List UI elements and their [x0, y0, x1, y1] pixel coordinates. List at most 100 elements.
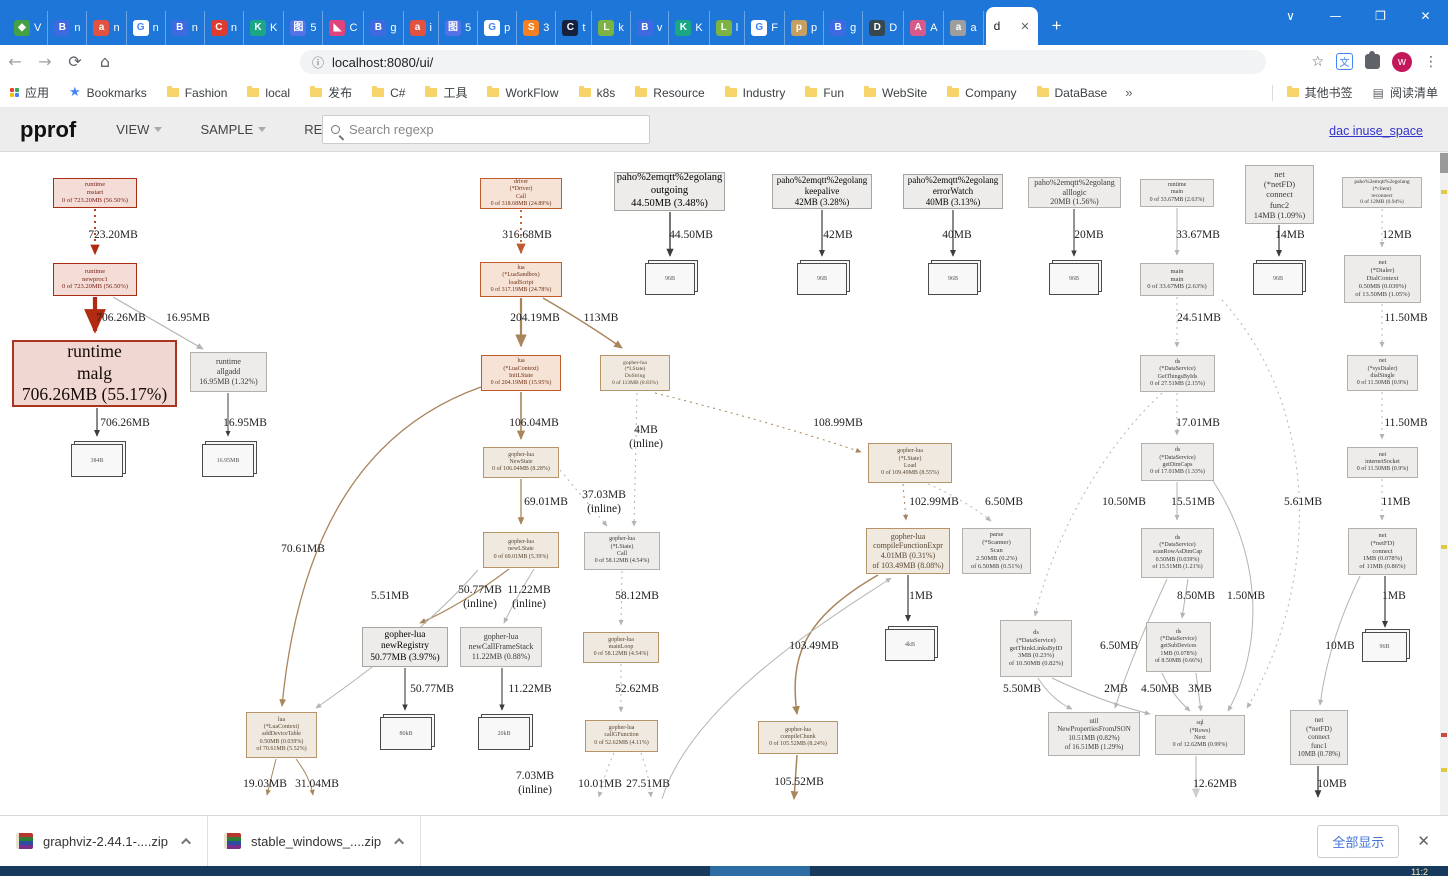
profile-link[interactable]: dac inuse_space — [1329, 124, 1423, 138]
chevron-up-icon[interactable] — [181, 837, 191, 847]
graph-node-lua-loadscript[interactable]: lua(*LuaSandbox)loadScript0 of 317.19MB … — [480, 262, 562, 297]
browser-tab[interactable]: Bv — [631, 11, 670, 45]
graph-leaf-box[interactable]: 96B — [928, 263, 978, 295]
bookmark-item[interactable]: k8s — [569, 86, 626, 100]
translate-icon[interactable]: 文 — [1336, 53, 1353, 70]
forward-button[interactable]: → — [30, 52, 60, 71]
graph-node-gopherlua-newstate[interactable]: gopher-luaNewState0 of 106.04MB (8.28%) — [483, 447, 559, 478]
graph-leaf-box[interactable]: 96B — [1253, 263, 1303, 295]
graph-node-gopherlua-newcallframestack[interactable]: gopher-luanewCallFrameStack11.22MB (0.88… — [460, 627, 542, 667]
profile-avatar[interactable]: w — [1392, 52, 1412, 72]
bookmark-item[interactable]: Industry — [715, 86, 796, 100]
browser-tab[interactable]: pp — [785, 11, 824, 45]
browser-tab[interactable]: aa — [944, 11, 983, 45]
browser-tab[interactable]: 图5 — [284, 11, 323, 45]
graph-node-sql-rows-next[interactable]: sql(*Rows)Next0 of 12.62MB (0.99%) — [1155, 715, 1245, 755]
back-button[interactable]: ← — [0, 52, 30, 71]
browser-tab[interactable]: GF — [745, 11, 785, 45]
graph-node-ds-scanrowasdimcap[interactable]: ds(*DataService)scanRowAsDimCap0.50MB (0… — [1141, 528, 1214, 578]
graph-node-gopherlua-dostring[interactable]: gopher-lua(*LState)DoString0 of 113MB (8… — [600, 355, 670, 391]
browser-tab[interactable]: Cn — [205, 11, 244, 45]
browser-tab[interactable]: Bg — [364, 11, 403, 45]
site-info-icon[interactable]: ⓘ — [312, 54, 324, 71]
browser-tab[interactable]: Bn — [166, 11, 205, 45]
graph-leaf-box[interactable]: 96B — [1049, 263, 1099, 295]
graph-node-net-connect-func1[interactable]: net(*netFD)connectfunc110MB (0.78%) — [1290, 710, 1348, 765]
graph-node-parse-scan[interactable]: parse(*Scanner)Scan2.50MB (0.2%)of 6.50M… — [962, 528, 1031, 574]
close-button[interactable]: ✕ — [1403, 9, 1448, 23]
graph-node-runtime-malg[interactable]: runtimemalg706.26MB (55.17%) — [12, 340, 177, 407]
bookmarks-overflow-chevron[interactable]: » — [1117, 85, 1140, 100]
graph-leaf-box[interactable]: 20kB — [478, 717, 530, 750]
bookmark-item[interactable]: Company — [937, 86, 1026, 100]
bookmark-star-icon[interactable]: ☆ — [1311, 54, 1324, 70]
browser-tab[interactable]: KK — [669, 11, 709, 45]
graph-node-driver-call[interactable]: driver(*Driver)Call0 of 318.68MB (24.89%… — [480, 178, 562, 209]
graph-node-lua-adddevicetable[interactable]: lua(*LuaContext)addDeviceTable0.50MB (0.… — [246, 712, 317, 758]
graph-leaf-box[interactable]: 96B — [797, 263, 847, 295]
browser-tab[interactable]: Bg — [824, 11, 863, 45]
bookmark-item[interactable]: DataBase — [1027, 86, 1118, 100]
graph-node-net-dialcontext[interactable]: net(*Dialer)DialContext0.50MB (0.039%)of… — [1344, 255, 1421, 303]
browser-tab[interactable]: KK — [244, 11, 284, 45]
download-item[interactable]: graphviz-2.44.1-....zip — [0, 816, 207, 866]
scrollbar-thumb[interactable] — [1440, 153, 1448, 173]
browser-tab[interactable]: an — [87, 11, 126, 45]
browser-tab[interactable]: DD — [863, 11, 904, 45]
browser-tab[interactable]: AA — [904, 11, 944, 45]
bookmark-item[interactable]: Fashion — [157, 86, 238, 100]
graph-node-ds-getthingsbyids[interactable]: ds(*DataService)GetThingsByIds0 of 27.51… — [1140, 355, 1215, 392]
bookmark-item[interactable]: local — [237, 86, 300, 100]
bookmark-item[interactable]: ▤阅读清单 — [1363, 84, 1448, 101]
bookmark-item[interactable]: 工具 — [415, 84, 477, 101]
graph-node-net-internetsocket[interactable]: netinternetSocket0 of 11.50MB (0.9%) — [1347, 447, 1418, 478]
graph-leaf-box[interactable]: 384B — [71, 444, 123, 477]
browser-tab[interactable]: Ct — [556, 11, 592, 45]
graph-node-gopherlua-load[interactable]: gopher-lua(*LState)Load0 of 109.49MB (8.… — [868, 443, 952, 483]
graph-node-lua-initlstate[interactable]: lua(*LuaContext)InitLState0 of 204.19MB … — [481, 355, 561, 391]
bookmark-item[interactable]: Fun — [795, 86, 854, 100]
tab-close-icon[interactable]: ✕ — [1020, 20, 1029, 33]
graph-node-paho-alllogic[interactable]: paho%2emqtt%2egolangalllogic20MB (1.56%) — [1028, 177, 1121, 208]
browser-tab[interactable]: ai — [404, 11, 439, 45]
graph-node-ds-getdimcaps[interactable]: ds(*DataService)getDimCaps0 of 17.01MB (… — [1141, 443, 1214, 481]
browser-tab[interactable]: 图5 — [439, 11, 478, 45]
graph-node-gopherlua-compilefunctionexpr[interactable]: gopher-luacompileFunctionExpr4.01MB (0.3… — [866, 528, 950, 574]
close-downloads-bar-icon[interactable]: ✕ — [1417, 832, 1430, 850]
bookmark-item[interactable]: 其他书签 — [1277, 84, 1363, 101]
browser-tab[interactable]: Lk — [592, 11, 631, 45]
browser-tab[interactable]: ◆V — [8, 11, 48, 45]
active-tab[interactable]: d ✕ — [986, 7, 1038, 45]
search-input[interactable] — [347, 121, 617, 138]
browser-tab[interactable]: ◣C — [323, 11, 364, 45]
graph-node-runtime-main[interactable]: runtimemain0 of 33.67MB (2.63%) — [1140, 179, 1214, 207]
graph-leaf-box[interactable]: 96B — [1362, 632, 1407, 662]
graph-node-ds-getsubdevices[interactable]: ds(*DataService)getSubDevices1MB (0.078%… — [1146, 622, 1211, 672]
bookmark-item[interactable]: Resource — [625, 86, 714, 100]
graph-node-gopherlua-mainloop[interactable]: gopher-luamainLoop0 of 58.12MB (4.54%) — [583, 632, 659, 663]
graph-leaf-box[interactable]: 4kB — [885, 629, 935, 661]
browser-tab[interactable]: Gn — [127, 11, 166, 45]
graph-node-runtime-allgadd[interactable]: runtimeallgadd16.95MB (1.32%) — [190, 352, 267, 392]
browser-tab[interactable]: S3 — [517, 11, 556, 45]
graph-node-util-newpropertiesfromjson[interactable]: utilNewPropertiesFromJSON10.51MB (0.82%)… — [1048, 712, 1140, 756]
bookmark-item[interactable]: WebSite — [854, 86, 937, 100]
bookmark-item[interactable]: ★Bookmarks — [59, 85, 157, 100]
graph-node-paho-errorwatch[interactable]: paho%2emqtt%2egolangerrorWatch40MB (3.13… — [903, 174, 1003, 209]
download-item[interactable]: stable_windows_....zip — [208, 816, 420, 866]
graph-node-paho-outgoing[interactable]: paho%2emqtt%2egolangoutgoing44.50MB (3.4… — [614, 172, 725, 211]
bookmark-item[interactable]: WorkFlow — [477, 86, 568, 100]
graph-node-net-connect[interactable]: net(*netFD)connect1MB (0.078%)of 11MB (0… — [1348, 528, 1417, 575]
graph-node-paho-reconnect[interactable]: paho%2emqtt%2egolang(*client)reconnect0 … — [1342, 177, 1422, 208]
menu-sample[interactable]: SAMPLE — [200, 122, 266, 137]
bookmark-item[interactable]: C# — [362, 86, 415, 100]
graph-node-gopherlua-callgfunction[interactable]: gopher-luacallGFunction0 of 52.62MB (4.1… — [585, 720, 658, 752]
graph-leaf-box[interactable]: 16.95MB — [202, 444, 254, 477]
graph-node-paho-keepalive[interactable]: paho%2emqtt%2egolangkeepalive42MB (3.28%… — [772, 174, 872, 209]
graph-leaf-box[interactable]: 96B — [645, 263, 695, 295]
new-tab-button[interactable]: + — [1052, 16, 1062, 36]
graph-node-gopherlua-newlstate[interactable]: gopher-luanewLState0 of 69.01MB (5.39%) — [483, 532, 559, 568]
scrollbar-track[interactable] — [1440, 152, 1448, 815]
browser-tab[interactable]: Gp — [478, 11, 517, 45]
graph-leaf-box[interactable]: 80kB — [380, 717, 432, 750]
